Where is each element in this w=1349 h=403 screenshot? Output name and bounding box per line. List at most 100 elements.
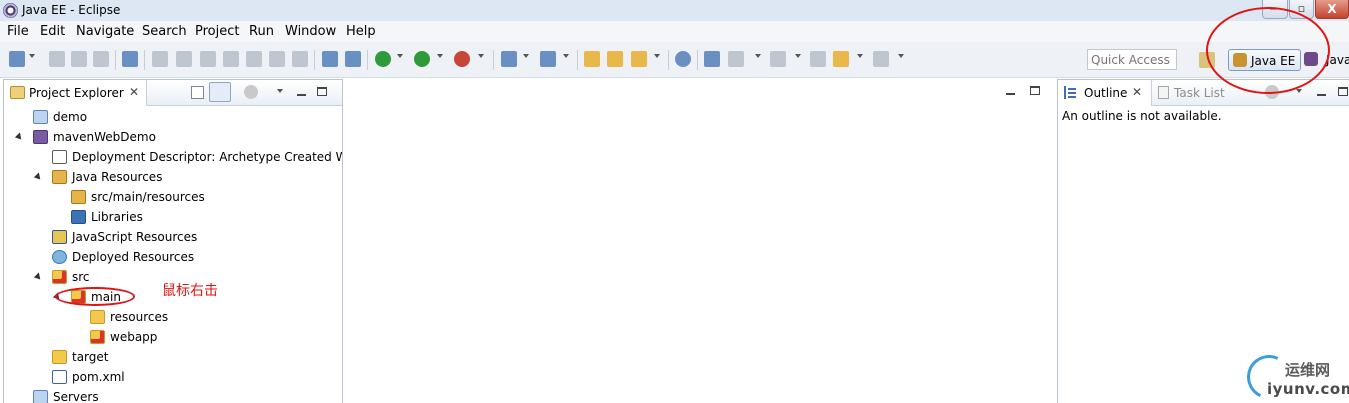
view-options-icon[interactable] bbox=[244, 85, 258, 99]
toggle-block-icon[interactable] bbox=[345, 51, 361, 67]
tree-item-libraries[interactable]: Libraries bbox=[4, 208, 342, 228]
new-dropdown-icon[interactable] bbox=[29, 54, 35, 58]
tree-item-label: mavenWebDemo bbox=[53, 130, 156, 144]
menu-help[interactable]: Help bbox=[346, 24, 376, 39]
back-icon[interactable] bbox=[810, 51, 826, 67]
outline-tab-label: Outline bbox=[1084, 86, 1128, 100]
tab-outline[interactable]: Outline ✕ bbox=[1058, 80, 1152, 106]
minimize-view-icon[interactable] bbox=[1317, 94, 1326, 96]
resume-icon[interactable] bbox=[152, 51, 168, 67]
toolbar-separator bbox=[367, 50, 368, 70]
outline-empty-message: An outline is not available. bbox=[1062, 109, 1222, 123]
close-window-button[interactable]: X bbox=[1315, 0, 1349, 19]
new-server-dropdown-icon[interactable] bbox=[523, 54, 529, 58]
open-resource-icon[interactable] bbox=[607, 51, 623, 67]
tree-item-label: Servers bbox=[53, 390, 99, 403]
step-into-icon[interactable] bbox=[246, 51, 262, 67]
annotation-circle-perspective bbox=[1206, 7, 1330, 94]
expanded-twisty-icon[interactable] bbox=[33, 172, 44, 182]
folder-icon bbox=[90, 310, 105, 324]
tree-item-label: webapp bbox=[110, 330, 158, 344]
search-icon[interactable] bbox=[631, 51, 647, 67]
suspend-icon[interactable] bbox=[176, 51, 192, 67]
java-resources-icon bbox=[52, 170, 67, 184]
new-server-icon[interactable] bbox=[501, 51, 517, 67]
back-history-icon[interactable] bbox=[833, 51, 849, 67]
skip-breakpoints-icon[interactable] bbox=[122, 51, 138, 67]
view-menu-icon[interactable] bbox=[1296, 89, 1302, 93]
next-annotation-icon[interactable] bbox=[704, 51, 720, 67]
run-icon[interactable] bbox=[414, 51, 430, 67]
servers-folder-icon bbox=[33, 390, 48, 403]
tree-item-demo[interactable]: demo bbox=[4, 108, 342, 128]
tree-item-resources[interactable]: resources bbox=[4, 308, 342, 328]
forward-icon[interactable] bbox=[873, 51, 889, 67]
link-with-editor-icon[interactable] bbox=[209, 82, 231, 102]
forward-dropdown-icon[interactable] bbox=[898, 54, 904, 58]
last-edit-dropdown-icon[interactable] bbox=[795, 54, 801, 58]
close-tab-icon[interactable]: ✕ bbox=[129, 85, 139, 99]
quick-access-input[interactable] bbox=[1087, 49, 1177, 70]
menu-file[interactable]: File bbox=[7, 24, 29, 39]
globe-icon[interactable] bbox=[675, 51, 691, 67]
task-list-tab-label: Task List bbox=[1174, 86, 1225, 100]
expanded-twisty-icon[interactable] bbox=[14, 132, 25, 142]
tree-item-servers[interactable]: Servers bbox=[4, 388, 342, 403]
tree-item-src-main-resources[interactable]: src/main/resources bbox=[4, 188, 342, 208]
tree-item-mavenwebdemo[interactable]: mavenWebDemo bbox=[4, 128, 342, 148]
tree-item-label: src bbox=[72, 270, 90, 284]
tree-item-target[interactable]: target bbox=[4, 348, 342, 368]
tree-item-label: resources bbox=[110, 310, 169, 324]
back-dropdown-icon[interactable] bbox=[857, 54, 863, 58]
prev-annotation-icon[interactable] bbox=[728, 51, 744, 67]
search-dropdown-icon[interactable] bbox=[654, 54, 660, 58]
print-icon[interactable] bbox=[93, 51, 109, 67]
menu-edit[interactable]: Edit bbox=[40, 24, 65, 39]
maximize-view-icon[interactable] bbox=[1338, 87, 1348, 96]
step-over-icon[interactable] bbox=[269, 51, 285, 67]
close-tab-icon[interactable]: ✕ bbox=[1132, 85, 1142, 99]
view-menu-icon[interactable] bbox=[277, 89, 283, 93]
deployment-descriptor-icon bbox=[52, 150, 67, 164]
toolbar-separator bbox=[697, 50, 698, 70]
external-tools-icon[interactable] bbox=[454, 51, 470, 67]
save-all-icon[interactable] bbox=[71, 51, 87, 67]
maximize-view-icon[interactable] bbox=[317, 87, 327, 96]
debug-dropdown-icon[interactable] bbox=[397, 54, 403, 58]
run-dropdown-icon[interactable] bbox=[437, 54, 443, 58]
menu-project[interactable]: Project bbox=[195, 24, 239, 39]
tree-item-pom-xml[interactable]: pom.xml bbox=[4, 368, 342, 388]
menu-navigate[interactable]: Navigate bbox=[76, 24, 134, 39]
external-tools-dropdown-icon[interactable] bbox=[478, 54, 484, 58]
new-icon[interactable] bbox=[9, 51, 25, 67]
open-type-icon[interactable] bbox=[584, 51, 600, 67]
editor-area[interactable] bbox=[346, 79, 1053, 403]
step-return-icon[interactable] bbox=[292, 51, 308, 67]
tree-item-label: pom.xml bbox=[72, 370, 125, 384]
tree-item-javascript-resources[interactable]: JavaScript Resources bbox=[4, 228, 342, 248]
new-class-dropdown-icon[interactable] bbox=[563, 54, 569, 58]
last-edit-icon[interactable] bbox=[770, 51, 786, 67]
minimize-view-icon[interactable] bbox=[297, 94, 306, 96]
save-icon[interactable] bbox=[49, 51, 65, 67]
tab-project-explorer[interactable]: Project Explorer ✕ bbox=[4, 80, 147, 106]
tree-item-webapp[interactable]: webapp bbox=[4, 328, 342, 348]
collapse-all-icon[interactable] bbox=[191, 86, 204, 99]
minimize-editor-icon[interactable] bbox=[1006, 93, 1015, 95]
source-folder-icon bbox=[71, 190, 86, 204]
disconnect-icon[interactable] bbox=[223, 51, 239, 67]
menu-search[interactable]: Search bbox=[142, 24, 187, 39]
maximize-editor-icon[interactable] bbox=[1030, 86, 1040, 95]
menu-window[interactable]: Window bbox=[285, 24, 336, 39]
show-whitespace-icon[interactable] bbox=[322, 51, 338, 67]
expanded-twisty-icon[interactable] bbox=[33, 272, 44, 282]
new-class-icon[interactable] bbox=[540, 51, 556, 67]
menu-run[interactable]: Run bbox=[249, 24, 274, 39]
tree-item-java-resources[interactable]: Java Resources bbox=[4, 168, 342, 188]
tree-item-deployment-descriptor-archetype-created-web-application[interactable]: Deployment Descriptor: Archetype Created… bbox=[4, 148, 342, 168]
debug-icon[interactable] bbox=[375, 51, 391, 67]
annotation-dropdown-icon[interactable] bbox=[755, 54, 761, 58]
tree-item-deployed-resources[interactable]: Deployed Resources bbox=[4, 248, 342, 268]
terminate-icon[interactable] bbox=[200, 51, 216, 67]
tree-item-label: Java Resources bbox=[72, 170, 163, 184]
